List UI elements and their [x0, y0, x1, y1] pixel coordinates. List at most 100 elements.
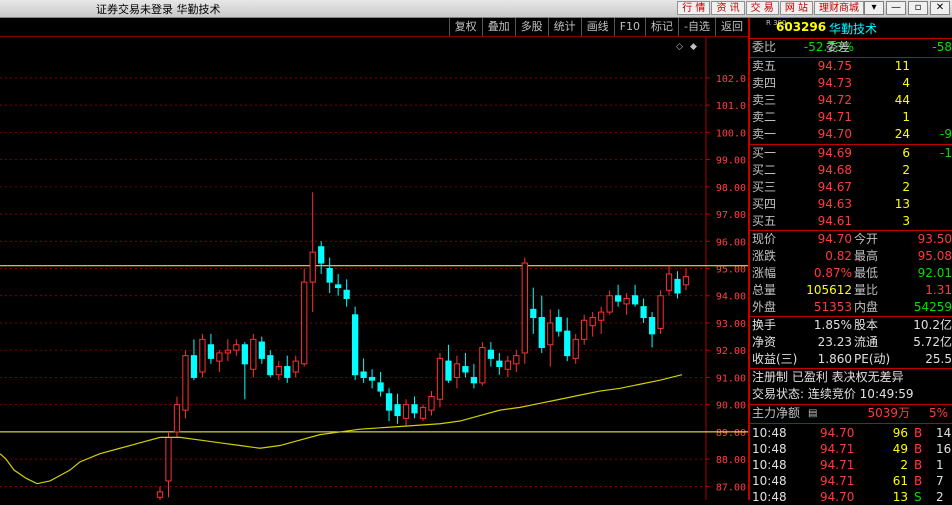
candle[interactable]	[631, 295, 639, 305]
nav-zixun-button[interactable]: 资 讯	[711, 1, 745, 15]
nav-wangzhan-button[interactable]: 网 站	[779, 1, 813, 15]
back-button[interactable]: 返回	[715, 18, 748, 36]
candle[interactable]	[199, 338, 206, 373]
nav-licai-button[interactable]: 理财商城	[814, 1, 864, 15]
candle[interactable]	[606, 295, 613, 313]
candle[interactable]	[445, 360, 452, 381]
candle[interactable]	[165, 436, 172, 482]
candle[interactable]	[368, 376, 376, 381]
candle[interactable]	[648, 317, 656, 335]
bids-row[interactable]: 买一 94.69 6 -1	[750, 145, 952, 162]
bids-label: 买二	[752, 163, 777, 177]
remove-watchlist-button[interactable]: -自选	[678, 18, 715, 36]
kline-chart[interactable]: ◇ ◆ 102.0 101.0 100.0 99.00 98.00 97.00 96.00 9…	[0, 37, 748, 500]
diamond-icon[interactable]: ◇	[676, 42, 683, 52]
candle[interactable]	[674, 278, 681, 294]
candle[interactable]	[394, 404, 401, 417]
candle[interactable]	[343, 289, 350, 299]
fundamental-value: 23.23	[817, 335, 852, 349]
candle[interactable]	[589, 317, 596, 327]
candle[interactable]	[428, 396, 435, 411]
menu-dropdown-icon[interactable]: ▾	[864, 1, 884, 15]
statistics-button[interactable]: 统计	[547, 18, 581, 36]
maximize-icon[interactable]: ▫	[908, 1, 928, 15]
candle[interactable]	[224, 349, 232, 354]
candle[interactable]	[598, 311, 605, 321]
candle[interactable]	[640, 306, 647, 319]
candle[interactable]	[318, 246, 325, 264]
candle[interactable]	[377, 382, 384, 392]
candle[interactable]	[173, 404, 181, 433]
mark-button[interactable]: 标记	[645, 18, 678, 36]
asks-row[interactable]: 卖二 94.71 1	[750, 109, 952, 126]
candle[interactable]	[462, 366, 469, 373]
candle[interactable]	[453, 363, 461, 378]
candle[interactable]	[190, 355, 198, 378]
candle[interactable]	[360, 371, 367, 378]
candle[interactable]	[547, 322, 554, 346]
candle[interactable]	[513, 355, 520, 365]
candle[interactable]	[301, 281, 308, 365]
asks-label: 卖五	[752, 59, 777, 73]
stat-label: 内盘	[854, 300, 879, 314]
candle[interactable]	[419, 406, 427, 419]
nav-hangqing-button[interactable]: 行 情	[677, 1, 711, 15]
candle[interactable]	[564, 330, 571, 357]
draw-line-button[interactable]: 画线	[580, 18, 614, 36]
candle[interactable]	[555, 317, 562, 332]
candle[interactable]	[487, 349, 495, 359]
candle[interactable]	[385, 393, 393, 411]
candle[interactable]	[581, 319, 588, 340]
asks-row[interactable]: 卖一 94.70 24 -9	[750, 126, 952, 143]
close-icon[interactable]: ✕	[930, 1, 950, 15]
candle[interactable]	[250, 338, 257, 370]
candle[interactable]	[479, 346, 486, 384]
candle[interactable]	[292, 360, 299, 373]
candle[interactable]	[275, 366, 282, 376]
candle[interactable]	[657, 295, 664, 329]
candle[interactable]	[538, 317, 545, 348]
f10-button[interactable]: F10	[613, 18, 645, 36]
candle[interactable]	[530, 308, 537, 319]
asks-row[interactable]: 卖四 94.73 4	[750, 75, 952, 92]
candle[interactable]	[470, 376, 478, 384]
candle[interactable]	[267, 355, 274, 376]
candle[interactable]	[614, 295, 622, 302]
candle[interactable]	[411, 404, 418, 414]
candle[interactable]	[521, 262, 528, 354]
candle[interactable]	[241, 344, 248, 365]
candle[interactable]	[665, 273, 673, 291]
candle[interactable]	[623, 297, 630, 305]
candle[interactable]	[182, 355, 189, 411]
candle[interactable]	[233, 344, 240, 351]
candle[interactable]	[436, 357, 444, 400]
multi-stock-button[interactable]: 多股	[514, 18, 548, 36]
candle[interactable]	[326, 268, 333, 283]
net-inflow-row[interactable]: 主力净额 ▤ 5039万 5%	[750, 405, 952, 422]
bids-row[interactable]: 买四 94.63 13	[750, 196, 952, 213]
candle[interactable]	[335, 284, 342, 289]
candle[interactable]	[284, 366, 291, 378]
candle[interactable]	[156, 491, 164, 498]
candle[interactable]	[402, 404, 410, 419]
candle[interactable]	[572, 338, 579, 359]
candle[interactable]	[496, 360, 503, 368]
asks-row[interactable]: 卖三 94.72 44	[750, 92, 952, 109]
list-icon[interactable]: ▤	[808, 405, 817, 422]
candle[interactable]	[682, 276, 690, 286]
overlay-button[interactable]: 叠加	[481, 18, 515, 36]
bids-row[interactable]: 买三 94.67 2	[750, 179, 952, 196]
candle[interactable]	[216, 352, 223, 362]
minimize-icon[interactable]: —	[886, 1, 906, 15]
candle[interactable]	[504, 360, 511, 370]
candle[interactable]	[351, 314, 359, 376]
bids-row[interactable]: 买五 94.61 3	[750, 213, 952, 230]
candle[interactable]	[309, 251, 316, 283]
asks-row[interactable]: 卖五 94.75 11	[750, 58, 952, 75]
candle[interactable]	[207, 344, 215, 359]
nav-jiaoyi-button[interactable]: 交 易	[745, 1, 779, 15]
candle[interactable]	[258, 341, 265, 359]
diamond-filled-icon[interactable]: ◆	[690, 42, 697, 52]
fuquan-button[interactable]: 复权	[448, 18, 482, 36]
bids-row[interactable]: 买二 94.68 2	[750, 162, 952, 179]
